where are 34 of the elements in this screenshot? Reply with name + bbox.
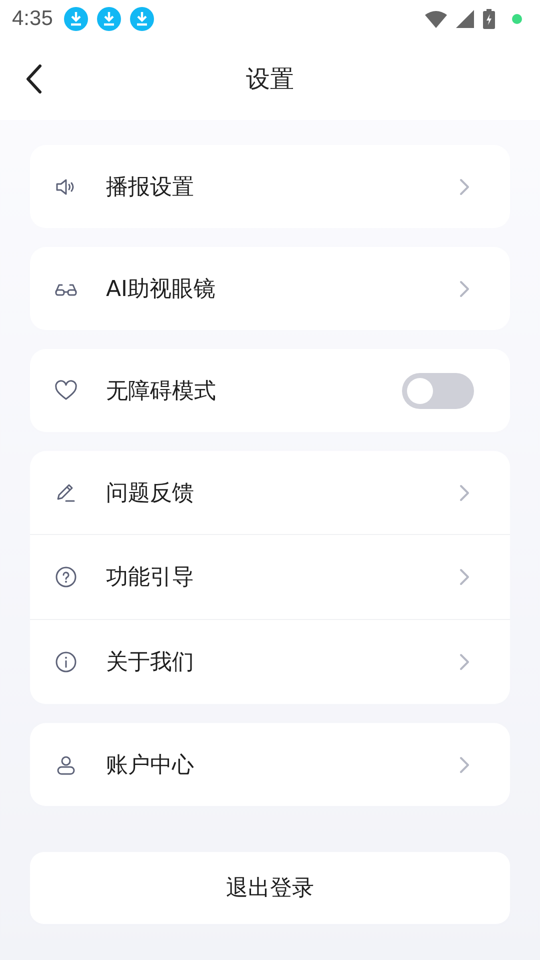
row-label: 账户中心 — [106, 752, 195, 780]
row-label: 无障碍模式 — [106, 378, 217, 406]
chevron-icon — [458, 278, 470, 298]
heart-icon — [54, 378, 78, 402]
row-label: AI助视眼镜 — [106, 276, 217, 304]
chevron-icon — [458, 754, 470, 774]
download-icon — [64, 7, 88, 31]
chevron-icon — [458, 482, 470, 502]
row-label: 关于我们 — [106, 649, 195, 677]
chevron-icon — [458, 567, 470, 587]
download-icon — [130, 7, 154, 31]
page-title: 设置 — [246, 64, 294, 95]
chevron-icon — [458, 652, 470, 672]
wifi-icon — [425, 10, 447, 28]
status-time: 4:35 — [12, 7, 53, 31]
help-icon — [54, 565, 78, 589]
download-icon — [96, 7, 121, 31]
settings-row[interactable]: 功能引导 — [30, 534, 510, 619]
row-label: 问题反馈 — [106, 480, 195, 508]
settings-row[interactable]: 账户中心 — [30, 723, 510, 806]
toggle-switch[interactable] — [402, 372, 474, 408]
settings-row[interactable]: 播报设置 — [30, 145, 510, 228]
back-icon[interactable] — [24, 64, 44, 94]
status-dot-icon — [512, 14, 522, 24]
info-icon — [54, 650, 78, 674]
row-label: 播报设置 — [106, 174, 195, 202]
logout-button[interactable]: 退出登录 — [30, 852, 510, 924]
signal-icon — [456, 10, 474, 28]
settings-row[interactable]: 关于我们 — [30, 619, 510, 704]
row-label: 功能引导 — [106, 564, 195, 592]
battery-icon — [483, 9, 495, 29]
chevron-icon — [458, 176, 470, 196]
settings-row[interactable]: AI助视眼镜 — [30, 247, 510, 330]
settings-row[interactable]: 问题反馈 — [30, 451, 510, 534]
